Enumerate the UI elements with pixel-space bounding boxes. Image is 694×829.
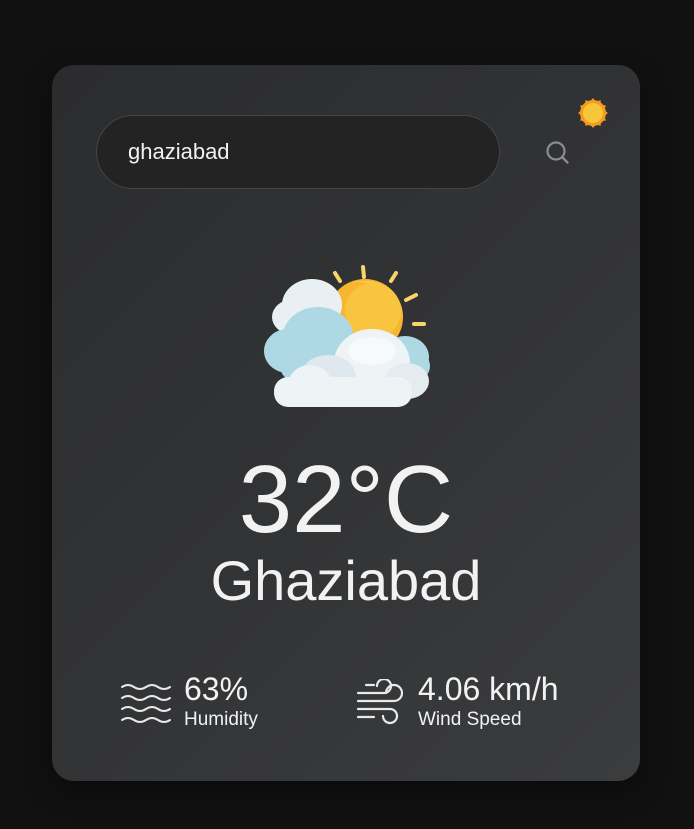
humidity-waves-icon: [121, 684, 171, 723]
weather-card: 32°C Ghaziabad 63% Humidity 4.06 km/h Wi…: [52, 65, 640, 781]
city-name: Ghaziabad: [210, 549, 482, 612]
temperature-value: 32°C: [238, 446, 454, 553]
humidity-label: Humidity: [184, 709, 258, 730]
search-input[interactable]: [97, 116, 499, 188]
wind-value: 4.06 km/h: [418, 671, 559, 707]
humidity-value: 63%: [184, 671, 249, 707]
wind-icon: [356, 679, 404, 725]
search-icon: [546, 141, 569, 164]
search-button[interactable]: [525, 120, 591, 186]
wind-label: Wind Speed: [418, 709, 522, 730]
search-box: [96, 115, 500, 189]
partly-cloudy-icon: [264, 265, 430, 407]
wind-detail: 4.06 km/h Wind Speed: [354, 669, 594, 733]
sun-icon: [578, 98, 608, 128]
humidity-detail: 63% Humidity: [120, 669, 320, 733]
theme-toggle-button[interactable]: [575, 95, 611, 131]
